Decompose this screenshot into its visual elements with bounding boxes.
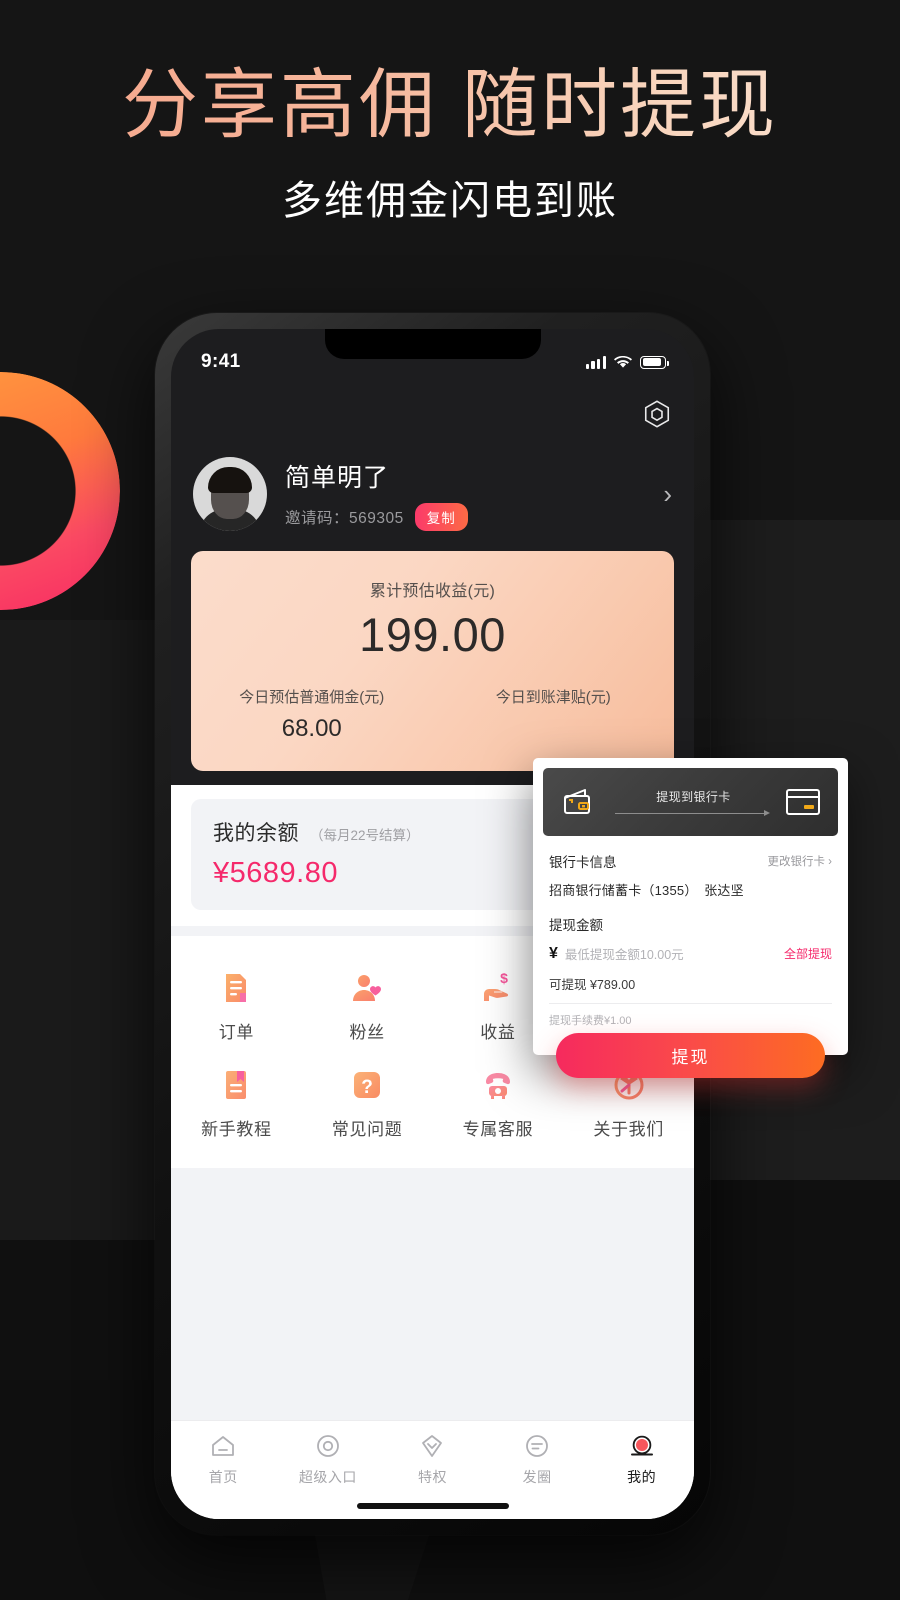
profile-text: 简单明了 邀请码：569305 复制 [285,458,663,531]
hexagon-settings-icon[interactable] [642,399,672,429]
battery-icon [640,355,669,369]
feed-circle-icon [526,1435,548,1457]
grid-item-label: 新手教程 [201,1120,272,1139]
grid-item-orders[interactable]: 订单 [171,958,302,1055]
bank-card-value: 招商银行储蓄卡（1355） 张达坚 [549,883,744,898]
poster-headline-block: 分享高佣 随时提现 多维佣金闪电到账 [0,62,900,226]
profile-name: 简单明了 [285,463,390,492]
fans-person-heart-icon [349,970,385,1006]
poster-headline: 分享高佣 随时提现 [0,62,900,150]
tab-label: 发圈 [522,1469,552,1485]
earnings-col-label: 今日到账津贴(元) [495,689,611,706]
withdraw-amount-label: 提现金额 [549,918,603,933]
diamond-icon [422,1435,443,1457]
total-earnings-label: 累计预估收益(元) [369,583,496,600]
withdraw-banner-middle: 提现到银行卡 [611,788,776,817]
withdraw-banner-text: 提现到银行卡 [656,789,731,804]
grid-item-label: 收益 [480,1023,516,1042]
home-indicator [171,1493,694,1519]
earnings-column: 今日到账津贴(元) [433,686,675,743]
invite-code-label: 邀请码：569305 [285,509,404,527]
withdraw-button[interactable]: 提现 [556,1033,825,1078]
grid-item-label: 专属客服 [462,1120,534,1139]
tutorial-book-icon [218,1067,254,1103]
avatar [193,457,267,531]
faq-question-icon: ? [349,1067,385,1103]
tab-label: 首页 [208,1469,238,1485]
bank-card-icon [786,789,820,815]
withdraw-all-button[interactable]: 全部提现 [784,945,832,962]
status-time: 9:41 [201,351,241,372]
withdraw-amount-input[interactable]: 最低提现金额10.00元 [565,944,784,963]
grid-item-fans[interactable]: 粉丝 [302,958,433,1055]
status-bar: 9:41 [171,329,694,387]
available-balance-label: 可提现 ¥789.00 [549,978,636,992]
profile-invite-row: 邀请码：569305 复制 [285,502,663,531]
decorative-gradient-ring [0,372,120,610]
tab-profile[interactable]: 我的 [589,1432,694,1487]
balance-title: 我的余额 [213,822,299,845]
withdraw-banner: 提现到银行卡 [543,768,838,836]
tab-feed[interactable]: 发圈 [485,1432,590,1487]
grid-item-service[interactable]: 专属客服 [433,1055,564,1152]
wallet-icon [561,787,601,817]
home-icon [212,1436,235,1456]
grid-item-faq[interactable]: ? 常见问题 [302,1055,433,1152]
grid-item-label: 常见问题 [331,1120,403,1139]
popup-divider [549,1003,832,1004]
status-icons [585,355,669,369]
arrow-right-icon [611,809,776,817]
change-bank-card-link[interactable]: 更改银行卡 › [767,853,832,869]
profile-icon [630,1435,653,1456]
profile-chevron-icon[interactable]: › [663,481,672,507]
tab-super-entry[interactable]: 超级入口 [276,1432,381,1487]
earnings-col-label: 今日预估普通佣金(元) [239,689,385,706]
grid-item-label: 订单 [218,1023,254,1042]
poster-subheadline: 多维佣金闪电到账 [282,179,618,224]
service-phone-icon [480,1067,516,1103]
earnings-card: 累计预估收益(元) 199.00 今日预估普通佣金(元) 68.00 今日到账津… [191,551,674,771]
app-dark-header: 简单明了 邀请码：569305 复制 › 累计预估收益(元) 199.00 今日… [171,387,694,785]
tab-label: 特权 [417,1469,447,1485]
signal-bars-icon [585,355,606,369]
header-actions [171,387,694,441]
profile-row[interactable]: 简单明了 邀请码：569305 复制 › [171,441,694,551]
tab-privilege[interactable]: 特权 [380,1432,485,1487]
yen-symbol-icon: ¥ [549,944,558,962]
withdraw-fee-label: 提现手续费¥1.00 [549,1015,632,1027]
tab-label: 超级入口 [298,1469,357,1485]
svg-text:$: $ [500,970,508,986]
earnings-subcolumns: 今日预估普通佣金(元) 68.00 今日到账津贴(元) [191,686,674,743]
bank-info-label: 银行卡信息 [549,855,617,870]
total-earnings-value: 199.00 [359,608,506,661]
grid-item-label: 粉丝 [349,1023,385,1042]
withdraw-popup: 提现到银行卡 银行卡信息 更改银行卡 › 招商银行储蓄卡（1355） 张达坚 提… [533,758,848,1055]
tab-home[interactable]: 首页 [171,1432,276,1487]
content-filler [171,1168,694,1420]
order-document-icon [218,970,254,1006]
circle-target-icon [316,1435,339,1457]
copy-invite-code-button[interactable]: 复制 [414,502,468,531]
earnings-col-value: 68.00 [281,715,342,742]
earnings-column: 今日预估普通佣金(元) 68.00 [191,686,433,743]
svg-text:?: ? [361,1077,373,1098]
balance-note: （每月22号结算） [310,828,420,843]
earnings-hand-dollar-icon: $ [480,970,516,1006]
wifi-icon [614,355,632,368]
withdraw-amount-row: ¥ 最低提现金额10.00元 全部提现 [549,944,832,963]
tab-label: 我的 [627,1469,657,1485]
withdraw-popup-body: 银行卡信息 更改银行卡 › 招商银行储蓄卡（1355） 张达坚 提现金额 ¥ 最… [533,836,848,1028]
bank-info-row: 银行卡信息 更改银行卡 › [549,851,832,871]
bottom-tab-bar: 首页 超级入口 特权 发圈 我的 [171,1420,694,1493]
grid-item-label: 关于我们 [593,1120,664,1139]
grid-item-tutorial[interactable]: 新手教程 [171,1055,302,1152]
